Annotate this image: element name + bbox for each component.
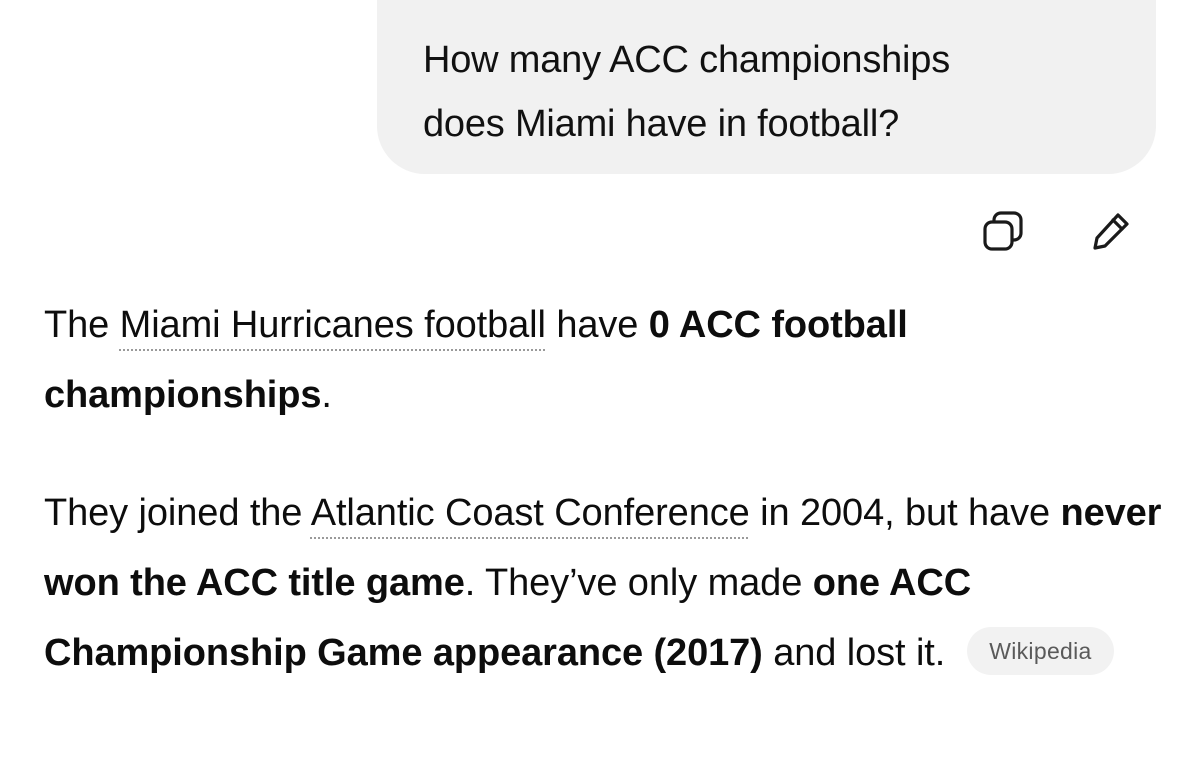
answer-text: in 2004, but have [749, 492, 1061, 534]
answer-text: They joined the [44, 492, 311, 534]
answer-text: and lost it. [762, 632, 946, 674]
answer-text: have [545, 304, 649, 346]
answer-text: The [44, 304, 120, 346]
copy-icon [983, 211, 1023, 251]
edit-button[interactable] [1083, 206, 1139, 256]
pencil-icon [1093, 213, 1129, 250]
source-citation-pill[interactable]: Wikipedia [967, 627, 1114, 675]
user-message-line-2: does Miami have in football? [423, 103, 900, 145]
copy-button[interactable] [975, 206, 1031, 256]
answer-paragraph-1: The Miami Hurricanes football have 0 ACC… [44, 290, 1164, 430]
message-actions [975, 206, 1145, 256]
answer-text: . [321, 374, 332, 416]
assistant-answer: The Miami Hurricanes football have 0 ACC… [44, 290, 1164, 688]
user-message-bubble: How many ACC championships does Miami ha… [377, 0, 1156, 174]
user-message-line-1: How many ACC championships [423, 39, 951, 81]
answer-paragraph-2: They joined the Atlantic Coast Conferenc… [44, 478, 1164, 688]
answer-text: . They’ve only made [464, 562, 813, 604]
entity-link-miami-hurricanes[interactable]: Miami Hurricanes football [120, 304, 546, 346]
entity-link-acc[interactable]: Atlantic Coast Conference [311, 492, 750, 534]
